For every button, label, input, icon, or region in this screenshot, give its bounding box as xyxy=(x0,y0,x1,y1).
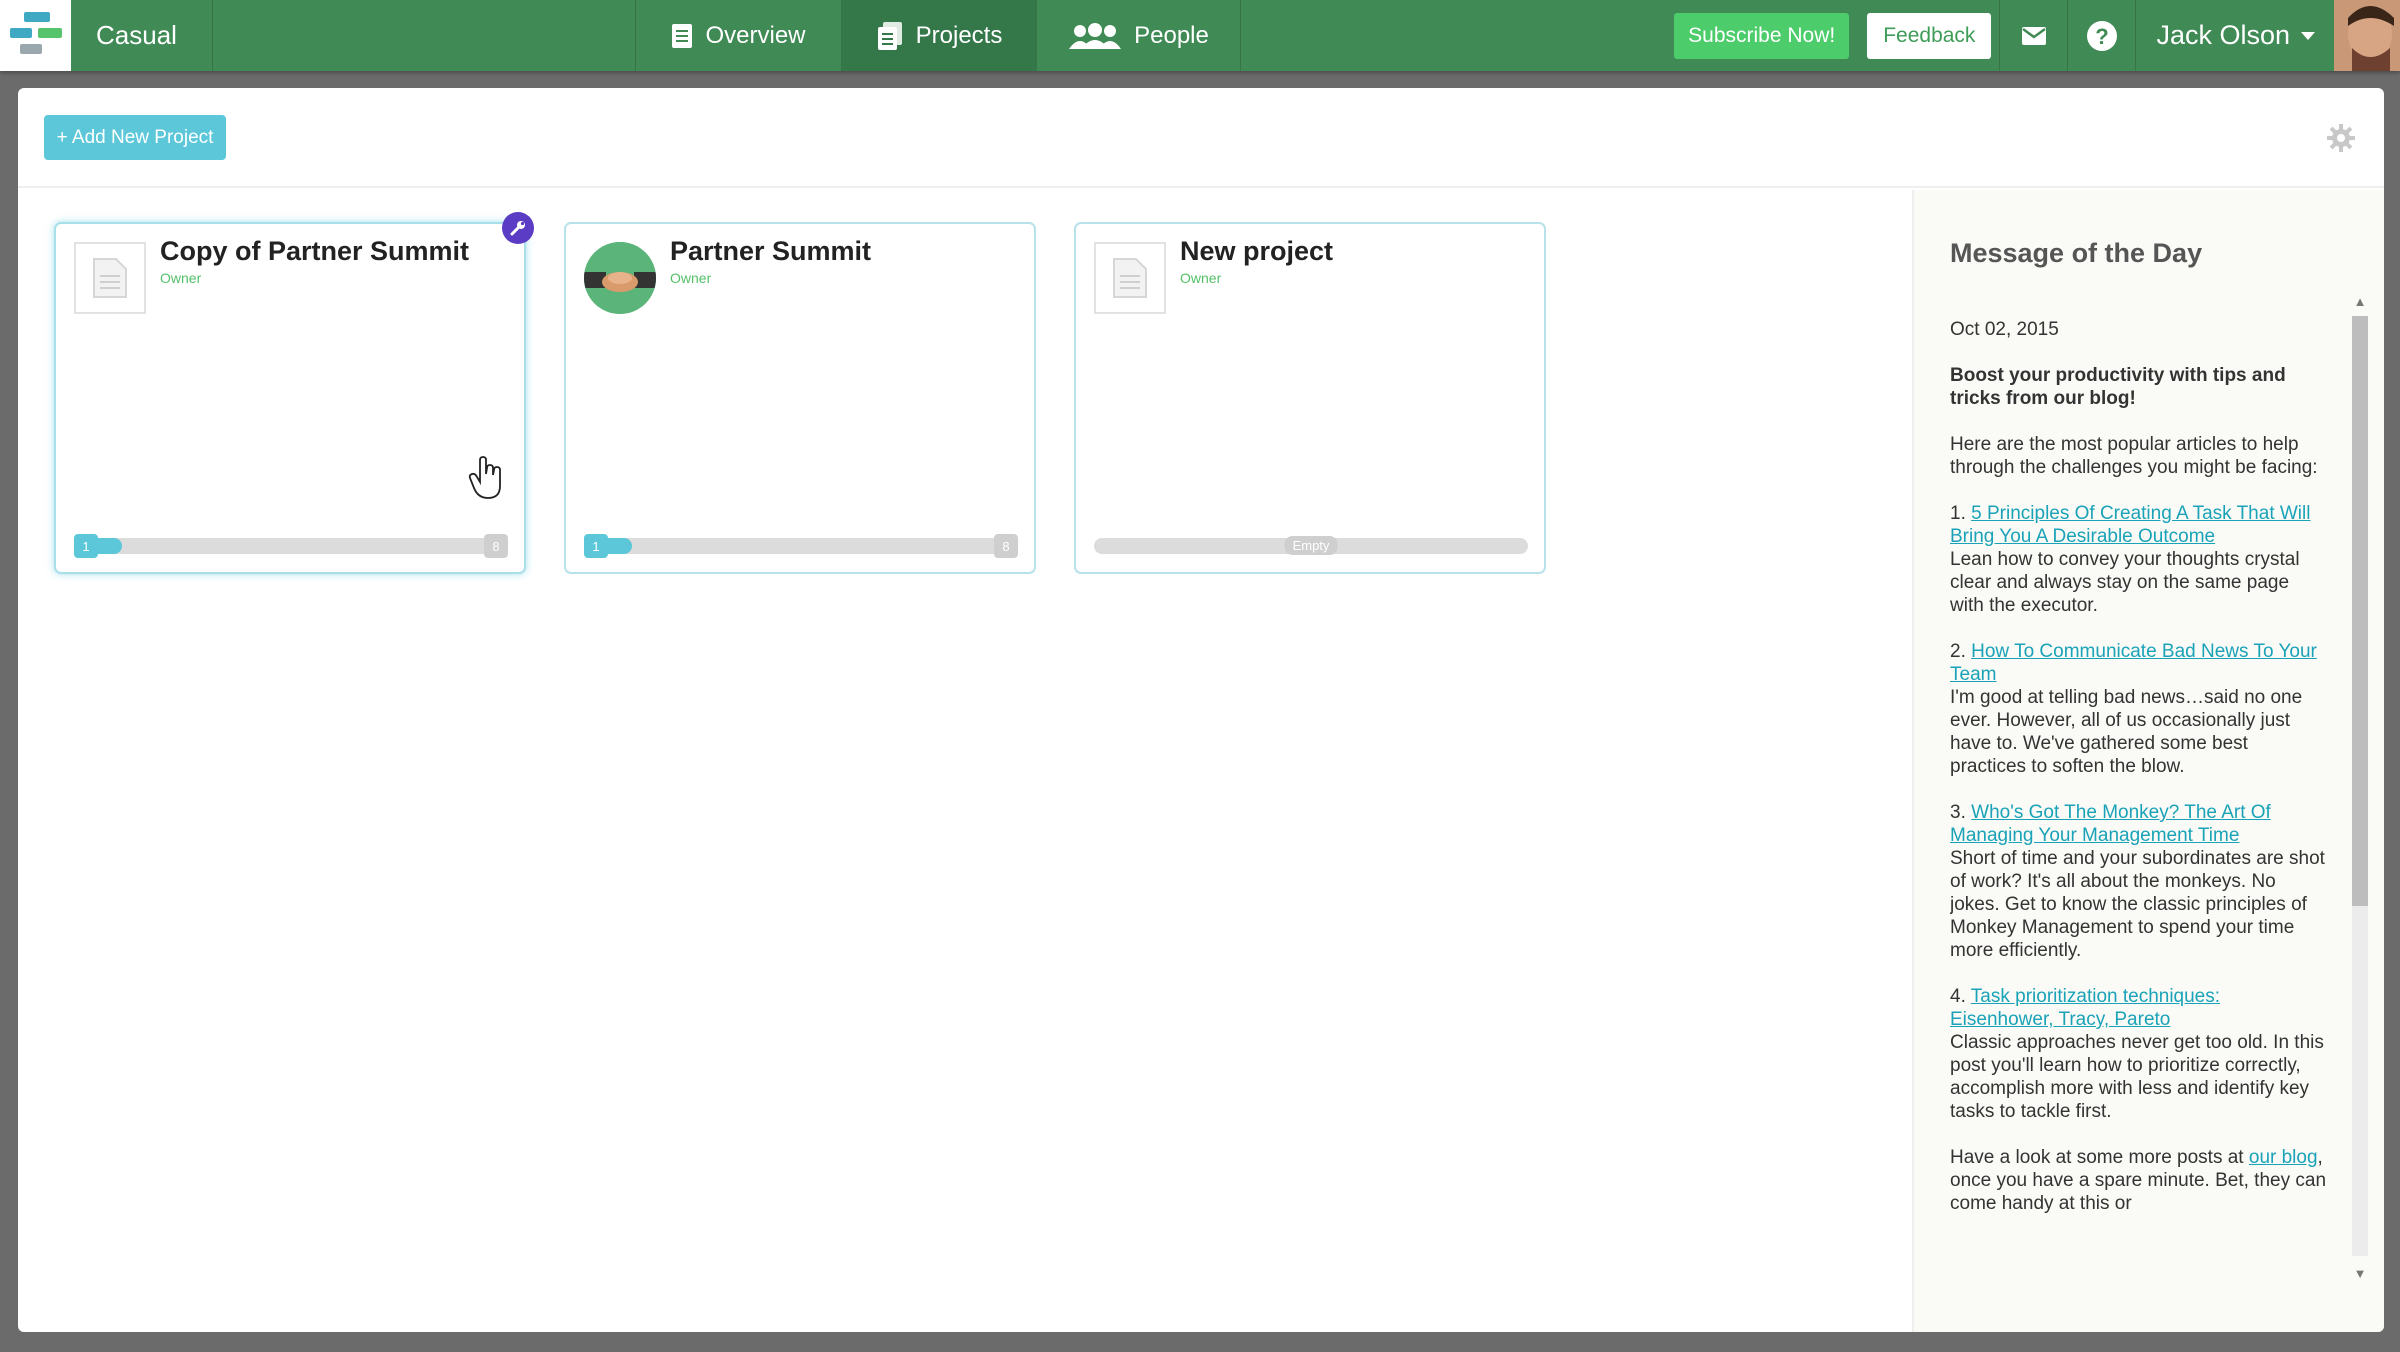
user-name: Jack Olson xyxy=(2156,20,2290,50)
motd-intro: Here are the most popular articles to he… xyxy=(1950,434,2318,478)
project-thumbnail xyxy=(1094,242,1166,314)
article-number: 2. xyxy=(1950,641,1966,662)
motd-content[interactable]: Oct 02, 2015 Boost your productivity wit… xyxy=(1950,318,2328,1292)
wrench-icon xyxy=(510,221,525,236)
project-thumbnail xyxy=(74,242,146,314)
motd-date: Oct 02, 2015 xyxy=(1950,319,2059,340)
article-description: Classic approaches never get too old. In… xyxy=(1950,1032,2324,1122)
nav-overview[interactable]: Overview xyxy=(636,0,842,71)
project-role: Owner xyxy=(160,270,202,286)
project-progress-bar: 1 8 xyxy=(74,534,508,558)
article-link[interactable]: 5 Principles Of Creating A Task That Wil… xyxy=(1950,503,2310,547)
nav-spacer xyxy=(213,0,636,71)
motd-title: Message of the Day xyxy=(1950,238,2203,268)
outro-text: Have a look at some more posts at xyxy=(1950,1147,2244,1168)
help-icon: ? xyxy=(2086,20,2117,51)
nav-overview-label: Overview xyxy=(705,21,806,49)
people-icon xyxy=(1069,22,1122,49)
project-role: Owner xyxy=(670,270,712,286)
add-new-project-button[interactable]: + Add New Project xyxy=(44,115,226,160)
article-item: 1. 5 Principles Of Creating A Task That … xyxy=(1950,502,2328,617)
top-bar: Casual Overview Projects People Subscrib… xyxy=(0,0,2400,71)
blog-link[interactable]: our blog xyxy=(2249,1147,2318,1168)
workspace-name[interactable]: Casual xyxy=(71,0,213,71)
article-description: Lean how to convey your thoughts crystal… xyxy=(1950,549,2300,616)
article-link[interactable]: Task prioritization techniques: Eisenhow… xyxy=(1950,986,2220,1030)
mail-icon xyxy=(2021,26,2046,45)
article-number: 1. xyxy=(1950,503,1966,524)
main-panel: + Add New Project Copy of Partner Summit… xyxy=(18,88,2384,1332)
logo-icon xyxy=(9,11,62,54)
help-button[interactable]: ? xyxy=(2067,0,2135,71)
app-logo[interactable] xyxy=(0,0,71,71)
document-icon xyxy=(93,258,127,298)
subscribe-button[interactable]: Subscribe Now! xyxy=(1674,12,1850,59)
motd-scrollbar[interactable]: ▲ ▼ xyxy=(2348,290,2370,1281)
project-title[interactable]: Partner Summit xyxy=(670,236,871,267)
edit-project-button[interactable] xyxy=(502,212,534,244)
nav-people[interactable]: People xyxy=(1037,0,1241,71)
progress-end-count: 8 xyxy=(484,534,508,558)
handshake-icon xyxy=(584,242,656,314)
progress-empty-label: Empty xyxy=(1284,536,1338,555)
project-card[interactable]: Partner Summit Owner 1 8 xyxy=(564,222,1036,574)
projects-icon xyxy=(877,21,902,50)
nav-people-label: People xyxy=(1134,21,1209,49)
hand-cursor-icon xyxy=(468,456,501,499)
gear-icon[interactable] xyxy=(2326,123,2356,153)
document-icon xyxy=(1113,258,1147,298)
project-role: Owner xyxy=(1180,270,1222,286)
scroll-thumb[interactable] xyxy=(2352,316,2368,906)
scroll-up-arrow-icon[interactable]: ▲ xyxy=(2352,294,2368,309)
project-progress-bar: 1 8 xyxy=(584,534,1018,558)
article-number: 4. xyxy=(1950,986,1966,1007)
project-title[interactable]: Copy of Partner Summit xyxy=(160,236,469,267)
chevron-down-icon xyxy=(2301,31,2315,40)
top-right-actions: Subscribe Now! Feedback ? Jack Olson xyxy=(1674,0,2400,71)
article-description: Short of time and your subordinates are … xyxy=(1950,848,2325,961)
article-item: 3. Who's Got The Monkey? The Art Of Mana… xyxy=(1950,801,2328,962)
feedback-button[interactable]: Feedback xyxy=(1867,12,1992,59)
progress-end-count: 8 xyxy=(994,534,1018,558)
motd-outro: Have a look at some more posts at our bl… xyxy=(1950,1146,2328,1215)
project-card[interactable]: New project Owner Empty xyxy=(1074,222,1546,574)
avatar-photo xyxy=(2334,0,2400,71)
svg-text:?: ? xyxy=(2095,24,2108,49)
article-item: 4. Task prioritization techniques: Eisen… xyxy=(1950,985,2328,1123)
scroll-down-arrow-icon[interactable]: ▼ xyxy=(2352,1266,2368,1281)
article-item: 2. How To Communicate Bad News To Your T… xyxy=(1950,640,2328,778)
nav-projects[interactable]: Projects xyxy=(842,0,1037,71)
projects-toolbar: + Add New Project xyxy=(18,88,2384,188)
project-thumbnail xyxy=(584,242,656,314)
motd-headline: Boost your productivity with tips and tr… xyxy=(1950,365,2286,409)
message-of-the-day-panel: Message of the Day Oct 02, 2015 Boost yo… xyxy=(1912,190,2384,1332)
messages-button[interactable] xyxy=(1999,0,2067,71)
article-link[interactable]: How To Communicate Bad News To Your Team xyxy=(1950,641,2317,685)
document-icon xyxy=(672,23,693,48)
article-link[interactable]: Who's Got The Monkey? The Art Of Managin… xyxy=(1950,802,2271,846)
project-title[interactable]: New project xyxy=(1180,236,1333,267)
nav-projects-label: Projects xyxy=(915,21,1003,49)
project-card[interactable]: Copy of Partner Summit Owner 1 8 xyxy=(54,212,534,574)
avatar[interactable] xyxy=(2334,0,2400,71)
article-description: I'm good at telling bad news…said no one… xyxy=(1950,687,2303,777)
project-progress-bar: Empty xyxy=(1094,536,1528,555)
user-menu[interactable]: Jack Olson xyxy=(2135,0,2400,71)
progress-start-count: 1 xyxy=(584,534,608,558)
article-number: 3. xyxy=(1950,802,1966,823)
progress-start-count: 1 xyxy=(74,534,98,558)
